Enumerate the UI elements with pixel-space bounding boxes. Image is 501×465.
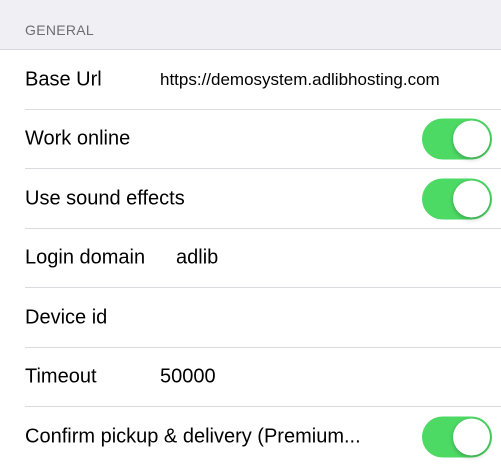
toggle-knob [453,180,490,218]
row-work-online: Work online [0,110,501,170]
timeout-field[interactable]: 50000 [160,366,216,389]
login-domain-label: Login domain [25,246,146,269]
row-base-url[interactable]: Base Url https://demosystem.adlibhosting… [0,50,501,110]
confirm-pickup-toggle[interactable] [422,416,492,458]
section-title: GENERAL [25,22,95,38]
row-timeout[interactable]: Timeout 50000 [0,348,501,408]
login-domain-field[interactable]: adlib [176,247,218,270]
section-header-general: GENERAL [0,0,501,50]
device-id-label: Device id [25,306,108,329]
settings-screen: GENERAL Base Url https://demosystem.adli… [0,0,501,465]
row-device-id[interactable]: Device id [0,288,501,348]
confirm-pickup-label: Confirm pickup & delivery (Premium... [25,425,361,448]
row-login-domain[interactable]: Login domain adlib [0,229,501,289]
sound-effects-toggle[interactable] [422,178,492,220]
work-online-toggle[interactable] [422,118,492,160]
work-online-label: Work online [25,127,131,150]
base-url-label: Base Url [25,68,102,91]
toggle-knob [453,120,490,158]
sound-effects-label: Use sound effects [25,187,185,210]
row-sound-effects: Use sound effects [0,169,501,229]
base-url-field[interactable]: https://demosystem.adlibhosting.com [160,70,490,90]
timeout-label: Timeout [25,365,97,388]
row-confirm-pickup: Confirm pickup & delivery (Premium... [0,407,501,465]
toggle-knob [453,418,490,456]
